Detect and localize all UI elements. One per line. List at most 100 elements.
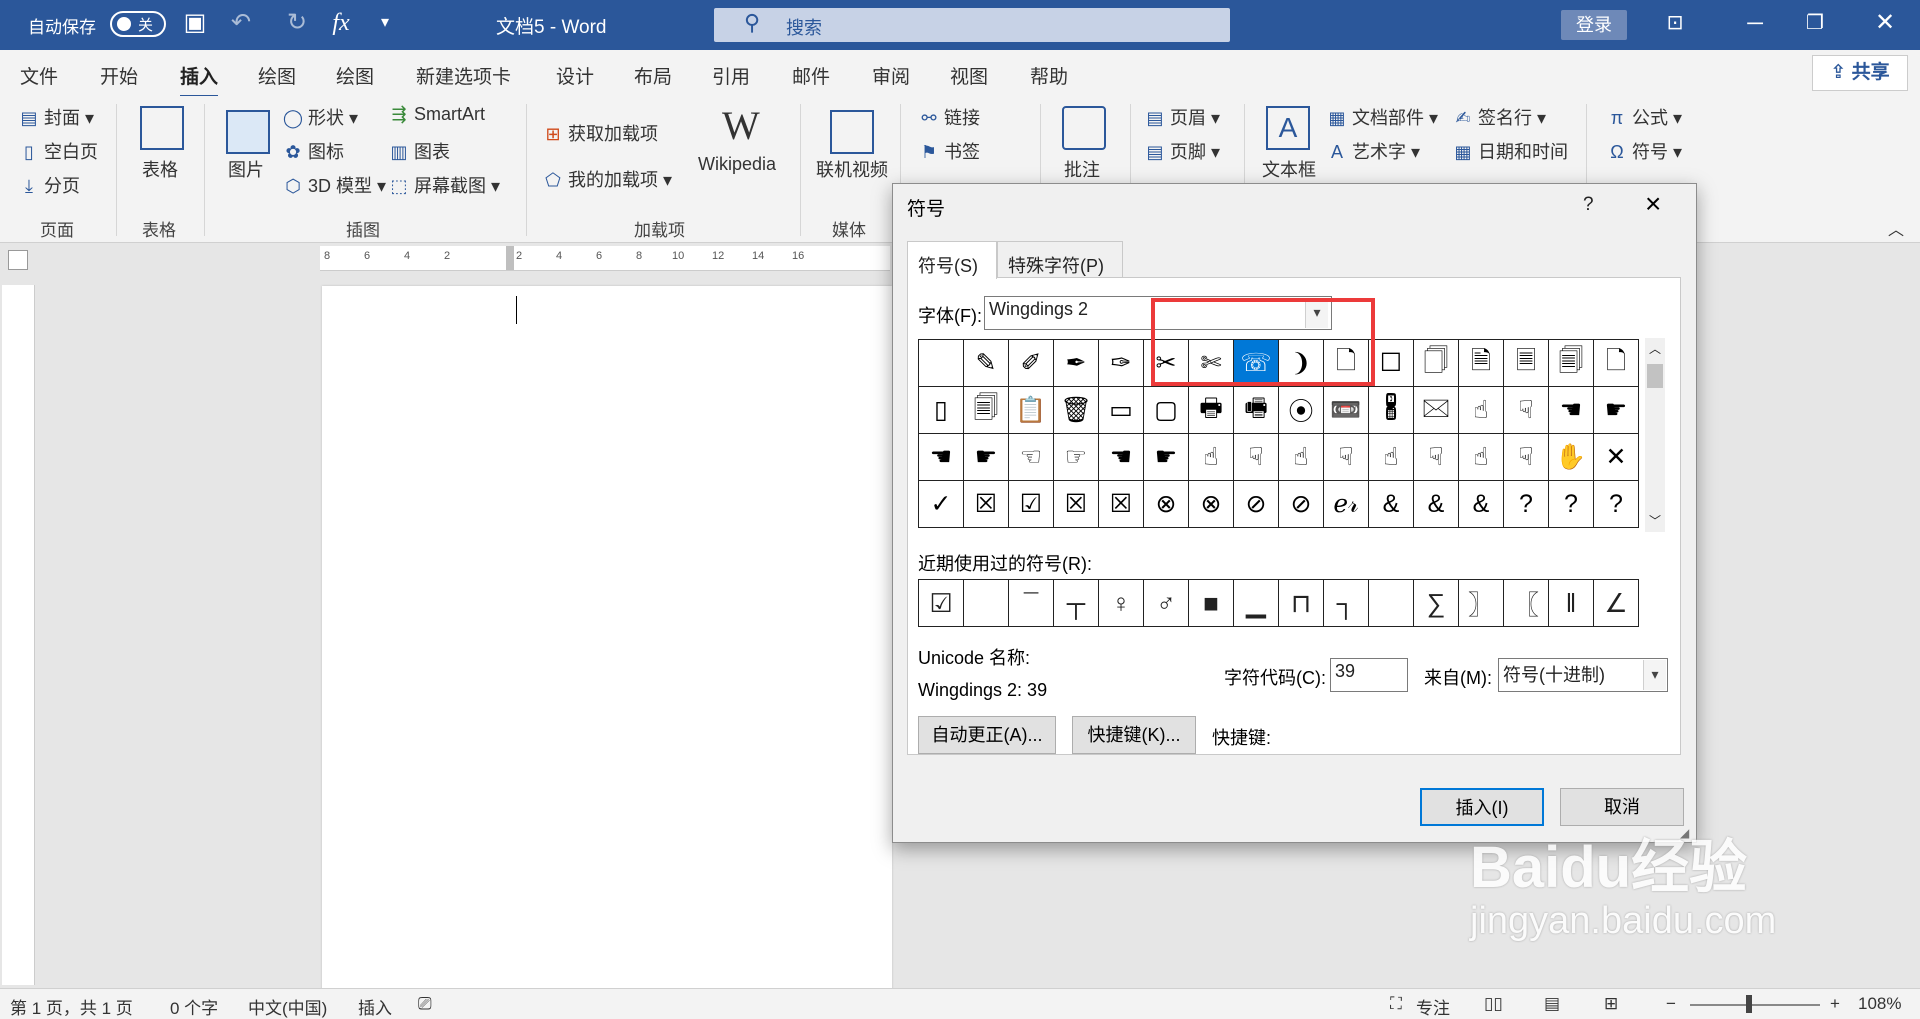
recent-symbol-cell[interactable]: ⊓ xyxy=(1278,579,1324,627)
redo-icon[interactable]: ↻ xyxy=(282,8,312,38)
function-icon[interactable]: fx xyxy=(326,8,356,38)
symbol-cell[interactable]: ✕ xyxy=(1593,433,1639,481)
symbol-cell[interactable] xyxy=(918,339,964,387)
symbol-cell[interactable]: ☝ xyxy=(1368,433,1414,481)
chart-button[interactable]: ▥ 图表 xyxy=(388,138,450,164)
symbol-cell[interactable]: 🖶 xyxy=(1188,386,1234,434)
shapes-button[interactable]: ◯ 形状 ▾ xyxy=(282,104,358,130)
symbol-cell[interactable]: 📋 xyxy=(1008,386,1054,434)
web-layout-icon[interactable]: ⊞ xyxy=(1604,994,1618,1014)
symbol-cell[interactable]: 🗐 xyxy=(1548,339,1594,387)
zoom-slider-thumb[interactable] xyxy=(1746,995,1752,1013)
language[interactable]: 中文(中国) xyxy=(248,994,327,1019)
focus-icon[interactable]: ⛶ xyxy=(1390,994,1402,1014)
recent-symbol-cell[interactable]: ∑ xyxy=(1413,579,1459,627)
tab-selector[interactable] xyxy=(8,250,28,270)
word-count[interactable]: 0 个字 xyxy=(170,994,218,1019)
read-mode-icon[interactable]: ▯▯ xyxy=(1484,994,1503,1014)
collapse-ribbon-icon[interactable]: ︿ xyxy=(1888,216,1904,240)
symbol-cell[interactable]: ✎ xyxy=(963,339,1009,387)
symbol-cell[interactable]: ? xyxy=(1503,480,1549,528)
symbol-cell[interactable]: ☒ xyxy=(1098,480,1144,528)
tab-file[interactable]: 文件 xyxy=(20,62,58,89)
symbol-cell[interactable]: 🗋 xyxy=(1593,339,1639,387)
recent-symbol-cell[interactable]: ■ xyxy=(1188,579,1234,627)
symbol-cell[interactable]: ☛ xyxy=(1593,386,1639,434)
quick-parts-button[interactable]: ▦ 文档部件 ▾ xyxy=(1326,104,1438,130)
focus-mode[interactable]: 专注 xyxy=(1416,994,1450,1019)
symbol-cell[interactable]: ☚ xyxy=(918,433,964,481)
scroll-thumb[interactable] xyxy=(1647,364,1663,388)
tab-layout[interactable]: 布局 xyxy=(634,62,672,89)
recent-symbol-cell[interactable]: ‖ xyxy=(1548,579,1594,627)
horizontal-ruler[interactable]: 8 6 4 2 2 4 6 8 10 12 14 16 xyxy=(320,246,890,271)
symbol-cell[interactable]: ✒ xyxy=(1053,339,1099,387)
bookmark-button[interactable]: ⚑ 书签 xyxy=(918,138,980,164)
symbol-cell[interactable]: ▭ xyxy=(1098,386,1144,434)
scroll-down-icon[interactable]: ﹀ xyxy=(1649,512,1661,529)
symbol-cell[interactable]: 🗏 xyxy=(1503,339,1549,387)
tab-references[interactable]: 引用 xyxy=(712,62,750,89)
symbol-cell[interactable]: 📼 xyxy=(1323,386,1369,434)
table-icon[interactable] xyxy=(140,106,184,150)
zoom-level[interactable]: 108% xyxy=(1858,994,1901,1014)
macro-icon[interactable]: ⎚ xyxy=(418,994,432,1014)
symbol-cell[interactable]: ⦿ xyxy=(1278,386,1324,434)
online-video-button[interactable]: 联机视频 xyxy=(816,156,888,182)
symbol-cell[interactable]: 🖷 xyxy=(1233,386,1279,434)
document-page[interactable] xyxy=(322,286,892,996)
date-time-button[interactable]: ▦ 日期和时间 xyxy=(1452,138,1568,164)
symbol-cell[interactable]: 🗐 xyxy=(963,386,1009,434)
symbol-cell[interactable]: & xyxy=(1413,480,1459,528)
symbol-cell[interactable]: ? xyxy=(1593,480,1639,528)
wikipedia-icon[interactable]: W xyxy=(722,102,760,149)
tab-insert[interactable]: 插入 xyxy=(180,62,219,98)
vertical-ruler[interactable] xyxy=(2,285,35,985)
page-break-button[interactable]: ⤓ 分页 xyxy=(18,172,80,198)
symbol-cell[interactable]: ▢ xyxy=(1143,386,1189,434)
header-button[interactable]: ▤ 页眉 ▾ xyxy=(1144,104,1220,130)
scroll-up-icon[interactable]: ︿ xyxy=(1649,340,1661,357)
recent-symbol-cell[interactable]: ┐ xyxy=(1323,579,1369,627)
table-button[interactable]: 表格 xyxy=(142,156,178,182)
tab-symbols[interactable]: 符号(S) xyxy=(907,241,997,279)
chevron-down-icon[interactable]: ▾ xyxy=(1643,660,1666,690)
ribbon-display-icon[interactable]: ⊡ xyxy=(1660,8,1690,38)
textbox-button[interactable]: 文本框 xyxy=(1262,156,1316,182)
undo-icon[interactable]: ↶ xyxy=(226,8,256,38)
symbol-cell[interactable]: ☟ xyxy=(1413,433,1459,481)
footer-button[interactable]: ▤ 页脚 ▾ xyxy=(1144,138,1220,164)
symbol-cell[interactable]: ✋ xyxy=(1548,433,1594,481)
symbol-cell[interactable]: ☞ xyxy=(1053,433,1099,481)
symbol-cell[interactable]: ▯ xyxy=(918,386,964,434)
recent-symbol-cell[interactable]: 〖 xyxy=(1503,579,1549,627)
equation-button[interactable]: π 公式 ▾ xyxy=(1606,104,1682,130)
wikipedia-button[interactable]: Wikipedia xyxy=(698,154,776,175)
symbol-cell[interactable]: ☝ xyxy=(1458,433,1504,481)
recent-symbol-cell[interactable]: ♀ xyxy=(1098,579,1144,627)
share-button[interactable]: ⇪ 共享 xyxy=(1812,55,1908,91)
symbol-cell[interactable]: ⊗ xyxy=(1188,480,1234,528)
restore-icon[interactable]: ❐ xyxy=(1800,8,1830,38)
indent-marker[interactable] xyxy=(506,246,514,270)
save-icon[interactable]: ▣ xyxy=(180,8,210,38)
close-window-icon[interactable]: ✕ xyxy=(1870,8,1900,38)
symbol-cell[interactable]: ☟ xyxy=(1503,386,1549,434)
blank-page-button[interactable]: ▯ 空白页 xyxy=(18,138,98,164)
shortcut-key-button[interactable]: 快捷键(K)... xyxy=(1072,716,1196,754)
print-layout-icon[interactable]: ▤ xyxy=(1544,994,1560,1014)
symbol-grid-scrollbar[interactable]: ︿ ﹀ xyxy=(1645,338,1665,532)
3d-model-button[interactable]: ⬡ 3D 模型 ▾ xyxy=(282,172,386,198)
tab-special-characters[interactable]: 特殊字符(P) xyxy=(997,241,1123,277)
symbol-cell[interactable]: & xyxy=(1458,480,1504,528)
smartart-button[interactable]: ⇶ SmartArt xyxy=(388,104,485,125)
page-count[interactable]: 第 1 页，共 1 页 xyxy=(10,994,133,1019)
symbol-cell[interactable]: ☛ xyxy=(1143,433,1189,481)
recent-symbol-cell[interactable]: ▁ xyxy=(1233,579,1279,627)
get-addins-button[interactable]: ⊞ 获取加载项 xyxy=(542,120,658,146)
screenshot-button[interactable]: ⬚ 屏幕截图 ▾ xyxy=(388,172,500,198)
symbol-cell[interactable]: ✑ xyxy=(1098,339,1144,387)
symbol-button[interactable]: Ω 符号 ▾ xyxy=(1606,138,1682,164)
comment-button[interactable]: 批注 xyxy=(1064,156,1100,182)
symbol-cell[interactable]: ☟ xyxy=(1323,433,1369,481)
